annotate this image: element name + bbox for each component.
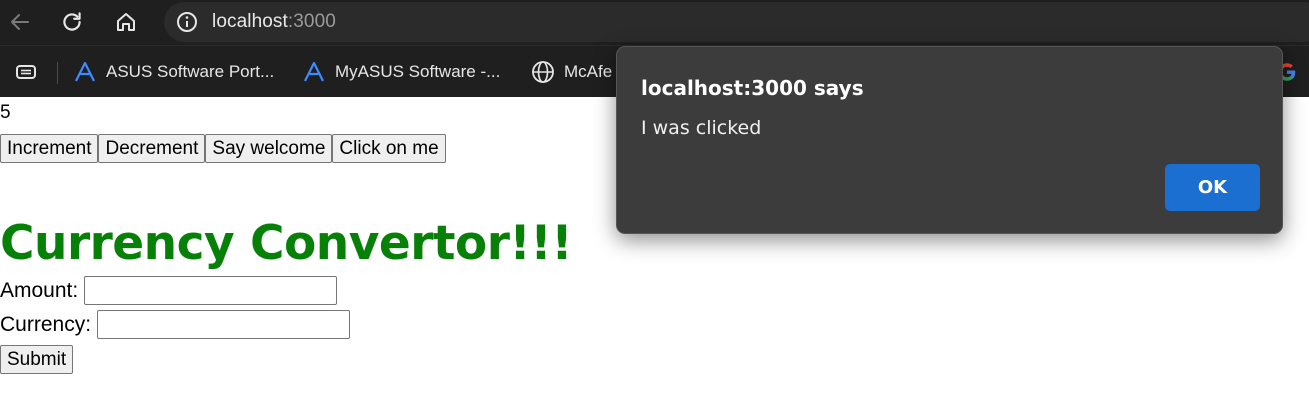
alert-dialog: localhost:3000 says I was clicked OK [616,46,1283,234]
info-icon[interactable] [176,11,198,33]
address-bar[interactable]: localhost:3000 [164,2,1309,42]
amount-input[interactable] [84,276,338,305]
asus-logo-icon [75,61,95,82]
amount-label: Amount: [0,278,79,302]
dialog-message: I was clicked [641,117,762,139]
bookmark-mcafee[interactable]: McAfe [531,58,612,86]
submit-button[interactable]: Submit [0,345,74,374]
currency-label: Currency: [0,312,92,336]
tab-actions-icon [16,65,36,79]
url-port: :3000 [287,11,336,32]
bookmark-label: McAfe [564,62,613,81]
browser-toolbar: localhost:3000 [0,0,1309,45]
reload-icon [63,12,81,31]
currency-input[interactable] [97,310,351,339]
bookmark-label: MyASUS Software -... [335,62,501,81]
decrement-button[interactable]: Decrement [98,134,206,163]
url-host: localhost [212,11,288,32]
amount-row: Amount: [0,276,338,305]
dialog-title: localhost:3000 says [641,76,864,100]
button-row: Increment Decrement Say welcome Click on… [0,134,446,163]
page-title: Currency Convertor!!! [0,216,573,271]
bookmark-myasus-software[interactable]: MyASUS Software -... [302,58,500,86]
bookmark-asus-software-portal[interactable]: ASUS Software Port... [73,58,274,86]
click-on-me-button[interactable]: Click on me [332,134,446,163]
globe-icon [532,61,554,83]
home-icon [117,13,135,31]
tab-actions-button[interactable] [14,58,38,86]
currency-row: Currency: [0,310,351,339]
arrow-left-icon [11,14,29,30]
bookmark-label: ASUS Software Port... [106,62,275,81]
bookmarks-divider [57,62,58,84]
ok-button[interactable]: OK [1165,164,1260,211]
home-button[interactable] [108,4,144,40]
asus-logo-icon [304,61,324,82]
reload-button[interactable] [54,4,90,40]
url-text: localhost:3000 [212,11,336,33]
back-button[interactable] [2,4,38,40]
say-welcome-button[interactable]: Say welcome [205,134,333,163]
counter-value: 5 [0,102,11,123]
increment-button[interactable]: Increment [0,134,99,163]
